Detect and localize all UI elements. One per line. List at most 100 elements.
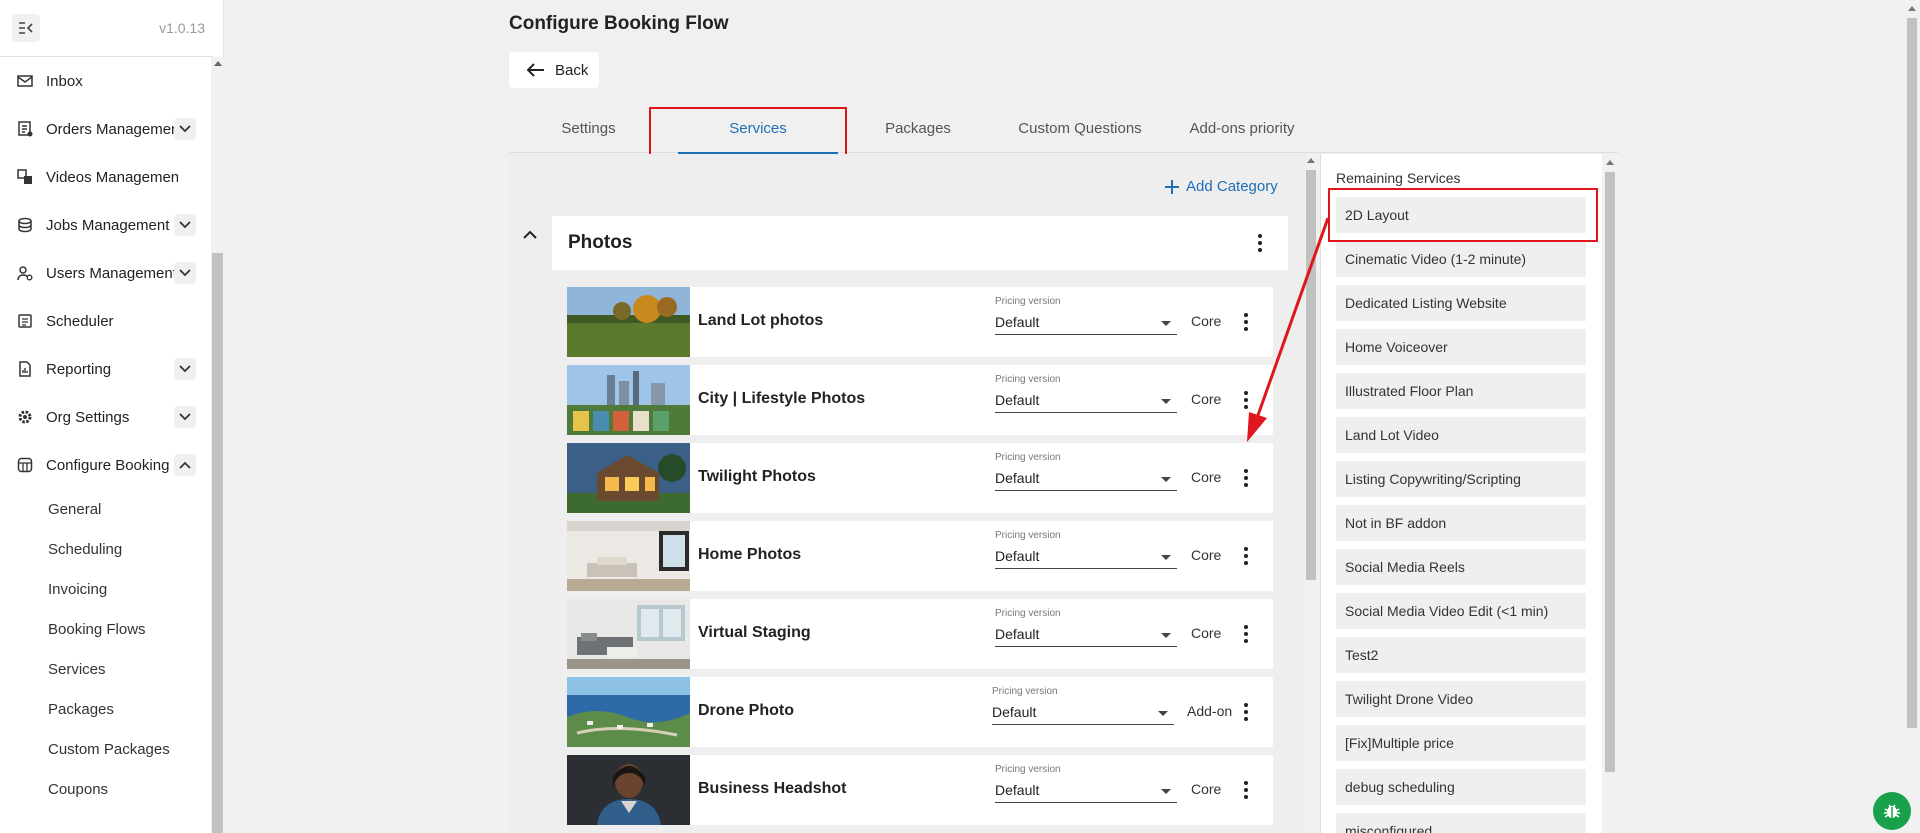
tab-packages[interactable]: Packages (838, 103, 998, 153)
services-scrollbar[interactable] (1305, 154, 1317, 833)
service-row[interactable]: Business Headshot Pricing version Defaul… (567, 755, 1273, 825)
chevron-down-icon[interactable] (174, 358, 196, 380)
pricing-version-select[interactable]: Default (995, 311, 1177, 335)
remaining-service-item[interactable]: Not in BF addon (1336, 505, 1586, 541)
pricing-version-value: Default (995, 470, 1040, 486)
scrollbar-thumb[interactable] (1605, 172, 1615, 772)
booking-icon (16, 456, 34, 474)
service-type: Core (1191, 625, 1222, 641)
sidebar-subitem-general[interactable]: General (0, 489, 210, 529)
scrollbar-thumb[interactable] (1306, 170, 1316, 580)
more-vert-icon[interactable] (1238, 545, 1254, 567)
sidebar-subitem-packages[interactable]: Packages (0, 689, 210, 729)
collapse-sidebar-button[interactable] (12, 14, 40, 42)
service-row[interactable]: City | Lifestyle Photos Pricing version … (567, 365, 1273, 435)
pricing-version-select[interactable]: Default (995, 545, 1177, 569)
sidebar-item-users[interactable]: Users Management (0, 249, 210, 297)
remaining-scrollbar[interactable] (1602, 154, 1618, 833)
sidebar-subitem-coupons[interactable]: Coupons (0, 769, 210, 809)
category-title: Photos (568, 232, 633, 253)
dropdown-caret-icon (1161, 633, 1171, 638)
dropdown-caret-icon (1158, 711, 1168, 716)
service-row[interactable]: Land Lot photos Pricing version Default … (567, 287, 1273, 357)
remaining-service-item[interactable]: Twilight Drone Video (1336, 681, 1586, 717)
sidebar-subitem-scheduling[interactable]: Scheduling (0, 529, 210, 569)
remaining-service-item[interactable]: debug scheduling (1336, 769, 1586, 805)
back-button[interactable]: Back (509, 52, 599, 88)
remaining-service-item[interactable]: Home Voiceover (1336, 329, 1586, 365)
more-vert-icon[interactable] (1238, 311, 1254, 333)
chevron-down-icon[interactable] (174, 214, 196, 236)
scroll-up-arrow-icon[interactable] (1908, 6, 1916, 11)
remaining-service-item[interactable]: Social Media Reels (1336, 549, 1586, 585)
add-category-button[interactable]: Add Category (1164, 178, 1278, 195)
remaining-service-item[interactable]: Cinematic Video (1-2 minute) (1336, 241, 1586, 277)
remaining-service-item[interactable]: Listing Copywriting/Scripting (1336, 461, 1586, 497)
remaining-service-item[interactable]: misconfigured (1336, 813, 1586, 833)
remaining-service-item[interactable]: Test2 (1336, 637, 1586, 673)
service-type: Core (1191, 313, 1222, 329)
service-row[interactable]: Home Photos Pricing version Default Core (567, 521, 1273, 591)
collapse-category-button[interactable] (520, 224, 540, 244)
sidebar-item-inbox[interactable]: Inbox (0, 57, 210, 105)
bug-report-button[interactable] (1873, 792, 1911, 830)
sidebar-item-label: Reporting (46, 360, 112, 378)
tab-settings[interactable]: Settings (509, 103, 668, 153)
remaining-service-item[interactable]: Illustrated Floor Plan (1336, 373, 1586, 409)
scroll-up-arrow-icon[interactable] (214, 61, 222, 66)
pricing-version-select[interactable]: Default (992, 701, 1174, 725)
service-thumbnail (567, 521, 690, 591)
remaining-service-item[interactable]: Social Media Video Edit (<1 min) (1336, 593, 1586, 629)
sidebar-item-label: Users Management (46, 264, 177, 282)
chevron-down-icon[interactable] (174, 118, 196, 140)
more-vert-icon[interactable] (1238, 467, 1254, 489)
remaining-service-item[interactable]: [Fix]Multiple price (1336, 725, 1586, 761)
service-row[interactable]: Twilight Photos Pricing version Default … (567, 443, 1273, 513)
pricing-version-select[interactable]: Default (995, 389, 1177, 413)
service-thumbnail (567, 677, 690, 747)
service-thumbnail (567, 599, 690, 669)
page-scrollbar[interactable] (1904, 0, 1920, 833)
sidebar-item-orders[interactable]: Orders Management (0, 105, 210, 153)
pricing-version-select[interactable]: Default (995, 623, 1177, 647)
collapse-menu-icon (19, 22, 33, 34)
pricing-version-select[interactable]: Default (995, 467, 1177, 491)
sidebar-item-configure-booking[interactable]: Configure Booking (0, 441, 210, 489)
sidebar-subitem-invoicing[interactable]: Invoicing (0, 569, 210, 609)
dropdown-caret-icon (1161, 321, 1171, 326)
sidebar-item-jobs[interactable]: Jobs Management (0, 201, 210, 249)
service-row[interactable]: Drone Photo Pricing version Default Add-… (567, 677, 1273, 747)
more-vert-icon[interactable] (1238, 623, 1254, 645)
sidebar-subitem-custom-packages[interactable]: Custom Packages (0, 729, 210, 769)
chevron-down-icon[interactable] (174, 262, 196, 284)
scrollbar-thumb[interactable] (1907, 18, 1917, 728)
remaining-service-item[interactable]: Dedicated Listing Website (1336, 285, 1586, 321)
service-row[interactable]: Virtual Staging Pricing version Default … (567, 599, 1273, 669)
sidebar-subitem-services[interactable]: Services (0, 649, 210, 689)
remaining-services-panel: Remaining Services 2D Layout Cinematic V… (1320, 154, 1618, 833)
pricing-version-label: Pricing version (995, 608, 1061, 619)
orders-icon (16, 120, 34, 138)
scroll-up-arrow-icon[interactable] (1307, 158, 1315, 163)
pricing-version-select[interactable]: Default (995, 779, 1177, 803)
tab-custom-questions[interactable]: Custom Questions (998, 103, 1162, 153)
tab-addons-priority[interactable]: Add-ons priority (1162, 103, 1322, 153)
more-vert-icon[interactable] (1238, 779, 1254, 801)
sidebar-item-reporting[interactable]: Reporting (0, 345, 210, 393)
scrollbar-thumb[interactable] (212, 253, 223, 833)
more-vert-icon[interactable] (1238, 389, 1254, 411)
scroll-up-arrow-icon[interactable] (1606, 160, 1614, 165)
chevron-up-icon[interactable] (174, 454, 196, 476)
chevron-down-icon[interactable] (174, 406, 196, 428)
remaining-service-item[interactable]: Land Lot Video (1336, 417, 1586, 453)
pricing-version-value: Default (995, 392, 1040, 408)
sidebar-item-scheduler[interactable]: Scheduler (0, 297, 210, 345)
sidebar-item-videos[interactable]: Videos Management (0, 153, 210, 201)
service-thumbnail (567, 443, 690, 513)
dropdown-caret-icon (1161, 555, 1171, 560)
more-vert-icon[interactable] (1238, 701, 1254, 723)
sidebar-item-org-settings[interactable]: Org Settings (0, 393, 210, 441)
sidebar-scrollbar[interactable] (211, 57, 224, 833)
sidebar-subitem-booking-flows[interactable]: Booking Flows (0, 609, 210, 649)
more-vert-icon[interactable] (1252, 232, 1268, 254)
